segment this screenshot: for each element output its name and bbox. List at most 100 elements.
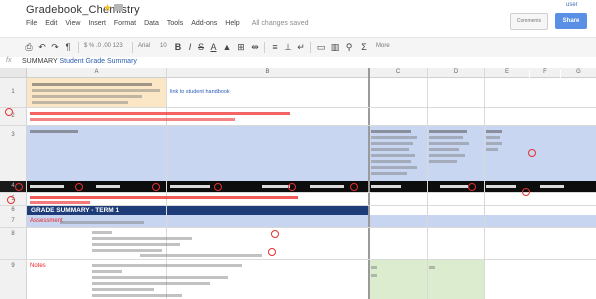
comments-button[interactable]: Comments (510, 13, 548, 30)
fill-color-icon[interactable]: ▲ (222, 42, 232, 52)
formula-input[interactable]: SUMMARY Student Grade Summary (22, 58, 137, 65)
cell-text-line (92, 264, 242, 267)
strikethrough-icon[interactable]: S (197, 42, 205, 52)
column-header-e[interactable]: E (485, 68, 529, 78)
merge-icon[interactable]: ⇹ (250, 42, 260, 52)
cell-text-line (30, 185, 64, 188)
redo-icon[interactable]: ↷ (50, 42, 60, 52)
align-left-icon[interactable]: ≡ (270, 42, 280, 52)
annotation-marker[interactable] (350, 183, 358, 191)
column-header-d[interactable]: D (428, 68, 484, 78)
cell-text-line (96, 185, 120, 188)
row-header-1[interactable]: 1 (0, 78, 27, 107)
row-header-6[interactable]: 6 (0, 206, 27, 215)
cell-text-line (371, 160, 411, 163)
cell-text-line-red (30, 201, 90, 204)
more-button[interactable]: More (376, 43, 390, 49)
bold-icon[interactable]: B (174, 42, 182, 52)
annotation-marker[interactable] (268, 248, 276, 256)
row-header-8[interactable]: 8 (0, 228, 27, 259)
cell-text-line (429, 130, 467, 133)
cell-text-line (486, 136, 500, 139)
annotation-marker[interactable] (75, 183, 83, 191)
menu-file[interactable]: File (26, 20, 37, 27)
cell-text-line (92, 270, 122, 273)
cell-text-line (371, 166, 417, 169)
annotation-marker[interactable] (214, 183, 222, 191)
account-link[interactable]: user (566, 2, 578, 8)
menu-edit[interactable]: Edit (45, 20, 57, 27)
cell-text-line (371, 274, 377, 277)
cell-text-line (310, 185, 344, 188)
cell-label: Assessment (30, 218, 63, 224)
borders-icon[interactable]: ⊞ (236, 42, 246, 52)
annotation-marker[interactable] (522, 188, 530, 196)
cell-text-line (371, 136, 417, 139)
share-button[interactable]: Share (555, 13, 587, 29)
filter-icon[interactable]: ⚲ (344, 42, 354, 52)
currency-icon[interactable]: $ % .0 .00 123 (84, 43, 123, 49)
row-header-3[interactable]: 3 (0, 126, 27, 181)
annotation-marker[interactable] (288, 183, 296, 191)
cell-text-line (92, 237, 192, 240)
cell-text-line (440, 185, 468, 188)
formula-link: Student Grade Summary (59, 58, 137, 65)
column-header-g[interactable]: G (561, 68, 596, 78)
annotation-marker[interactable] (7, 196, 15, 204)
column-header-a[interactable]: A (27, 68, 166, 78)
toolbar-divider (310, 42, 311, 53)
highlight-row-blue[interactable] (27, 126, 596, 181)
menu-data[interactable]: Data (144, 20, 159, 27)
row-header-9[interactable]: 9 (0, 260, 27, 299)
cell-link[interactable]: link to student handbook (170, 89, 230, 95)
column-header-b[interactable]: B (167, 68, 368, 78)
gridline (0, 259, 596, 260)
star-icon[interactable]: ★ (103, 3, 112, 14)
menu-help[interactable]: Help (225, 20, 239, 27)
share-label: Share (562, 18, 580, 24)
cell-text-line (32, 95, 142, 98)
cell-text-line (429, 154, 465, 157)
cell-text-line (60, 221, 144, 224)
cell-text-line (92, 249, 162, 252)
menu-addons[interactable]: Add-ons (191, 20, 217, 27)
select-all-corner[interactable] (0, 68, 27, 78)
annotation-marker[interactable] (15, 183, 23, 191)
annotation-marker[interactable] (152, 183, 160, 191)
annotation-marker[interactable] (5, 108, 13, 116)
folder-icon[interactable] (114, 4, 123, 11)
fx-label: fx (6, 57, 12, 64)
valign-icon[interactable]: ⊥ (283, 42, 293, 52)
print-icon[interactable]: ⎙ (24, 42, 34, 52)
menu-view[interactable]: View (65, 20, 80, 27)
save-status[interactable]: All changes saved (252, 20, 309, 27)
cell-text-line (30, 130, 78, 133)
menu-bar: File Edit View Insert Format Data Tools … (26, 20, 309, 27)
column-header-f[interactable]: F (530, 68, 560, 78)
cell-text-line (32, 83, 152, 86)
gridline (427, 68, 428, 299)
functions-icon[interactable]: Σ (358, 42, 370, 52)
row-header-7[interactable]: 7 (0, 215, 27, 227)
cell-text-line (486, 142, 502, 145)
italic-icon[interactable]: I (186, 42, 194, 52)
undo-icon[interactable]: ↶ (37, 42, 47, 52)
chart-icon[interactable]: ▥ (330, 42, 340, 52)
annotation-marker[interactable] (468, 183, 476, 191)
font-size-select[interactable]: 10 (160, 43, 167, 49)
comment-icon[interactable]: ▭ (316, 42, 326, 52)
menu-format[interactable]: Format (114, 20, 136, 27)
menu-insert[interactable]: Insert (88, 20, 106, 27)
cell-text-line (92, 294, 182, 297)
text-color-icon[interactable]: A (209, 42, 218, 52)
font-select[interactable]: Arial (138, 43, 150, 49)
toolbar-divider (78, 42, 79, 53)
wrap-icon[interactable]: ↵ (296, 42, 306, 52)
column-header-c[interactable]: C (369, 68, 427, 78)
menu-tools[interactable]: Tools (167, 20, 183, 27)
cell-text-line (140, 254, 262, 257)
paint-format-icon[interactable]: ¶ (63, 42, 73, 52)
annotation-marker[interactable] (528, 149, 536, 157)
annotation-marker[interactable] (271, 230, 279, 238)
cell-text-line (92, 276, 228, 279)
